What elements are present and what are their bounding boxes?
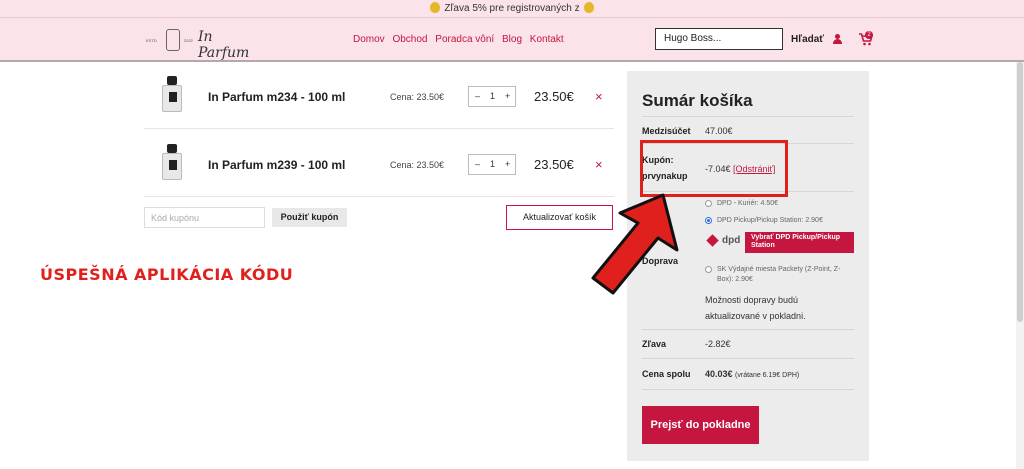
nav-home[interactable]: Domov [353,34,385,45]
divider [642,389,854,390]
coin-icon [583,2,594,13]
discount-label: Zľava [642,339,666,349]
total-value: 40.03€ (vrátane 6.19€ DPH) [705,369,800,379]
qty-plus-button[interactable]: + [505,159,510,169]
product-name[interactable]: In Parfum m239 - 100 ml [208,158,345,172]
shipping-option-label: SK Výdajné miesta Packety (Z-Point, Z-Bo… [717,266,841,283]
logo-estd: ESTD [146,38,157,43]
product-name[interactable]: In Parfum m234 - 100 ml [208,90,345,104]
dpd-cube-icon [706,234,719,247]
qty-value[interactable]: 1 [490,91,495,101]
remove-item-icon[interactable]: × [595,89,603,104]
subtotal-label: Medzisúčet [642,126,691,136]
shipping-note: Možnosti dopravy budú aktualizované v po… [705,295,806,321]
product-thumbnail[interactable] [161,144,183,182]
divider [642,358,854,359]
coupon-input[interactable]: Kód kupónu [144,207,265,228]
coin-icon [430,2,441,13]
promo-bar: Zľava 5% pre registrovaných z [0,0,1024,17]
scrollbar[interactable] [1016,62,1024,469]
site-logo[interactable]: ESTD 2022 In Parfum [146,26,256,61]
shipping-option-label: DPD - Kuriér: 4.50€ [717,200,779,207]
nav-advisor[interactable]: Poradca vôní [435,34,494,45]
line-total: 23.50€ [534,157,574,172]
quantity-stepper: – 1 + [468,154,516,175]
shipping-option-label: DPD Pickup/Pickup Station: 2.90€ [717,217,823,224]
product-price: Cena: 23.50€ [390,160,445,170]
subtotal-value: 47.00€ [705,126,733,136]
annotation-arrow-icon [591,193,679,295]
shipping-radio-packeta[interactable] [705,266,712,273]
perfume-bottle-icon [166,29,180,51]
line-total: 23.50€ [534,89,574,104]
select-pickup-button[interactable]: Vybrať DPD Pickup/Pickup Station [745,232,854,253]
nav-contact[interactable]: Kontakt [530,34,564,45]
qty-plus-button[interactable]: + [505,91,510,101]
divider [642,329,854,330]
qty-minus-button[interactable]: – [475,159,480,169]
shipping-radio-dpd-pickup[interactable] [705,217,712,224]
scrollbar-thumb[interactable] [1017,62,1023,322]
promo-text: Zľava 5% pre registrovaných z [444,3,580,14]
nav-blog[interactable]: Blog [502,34,522,45]
site-header: ESTD 2022 In Parfum Domov Obchod Poradca… [0,17,1024,62]
coupon-highlight-box [640,140,788,197]
cart-count-badge: 2 [865,31,873,39]
remove-item-icon[interactable]: × [595,157,603,172]
cart-row: In Parfum m234 - 100 ml Cena: 23.50€ – 1… [144,62,614,129]
main-nav: Domov Obchod Poradca vôní Blog Kontakt [353,34,569,45]
dpd-logo: dpd [706,234,740,248]
discount-value: -2.82€ [705,339,731,349]
logo-script: In Parfum [198,29,250,61]
shipping-radio-dpd-courier[interactable] [705,200,712,207]
search-input[interactable]: Hugo Boss... [655,28,783,50]
cart-row: In Parfum m239 - 100 ml Cena: 23.50€ – 1… [144,130,614,197]
nav-shop[interactable]: Obchod [392,34,427,45]
apply-coupon-button[interactable]: Použiť kupón [272,208,347,227]
user-icon[interactable] [833,34,842,44]
qty-value[interactable]: 1 [490,159,495,169]
divider [642,116,854,117]
qty-minus-button[interactable]: – [475,91,480,101]
quantity-stepper: – 1 + [468,86,516,107]
total-label: Cena spolu [642,369,691,379]
search-button[interactable]: Hľadať [791,34,824,45]
summary-title: Sumár košíka [642,91,753,110]
product-thumbnail[interactable] [161,76,183,114]
logo-year: 2022 [184,38,193,43]
checkout-button[interactable]: Prejsť do pokladne [642,406,759,444]
product-price: Cena: 23.50€ [390,92,445,102]
success-annotation: ÚSPEŠNÁ APLIKÁCIA KÓDU [40,265,294,284]
